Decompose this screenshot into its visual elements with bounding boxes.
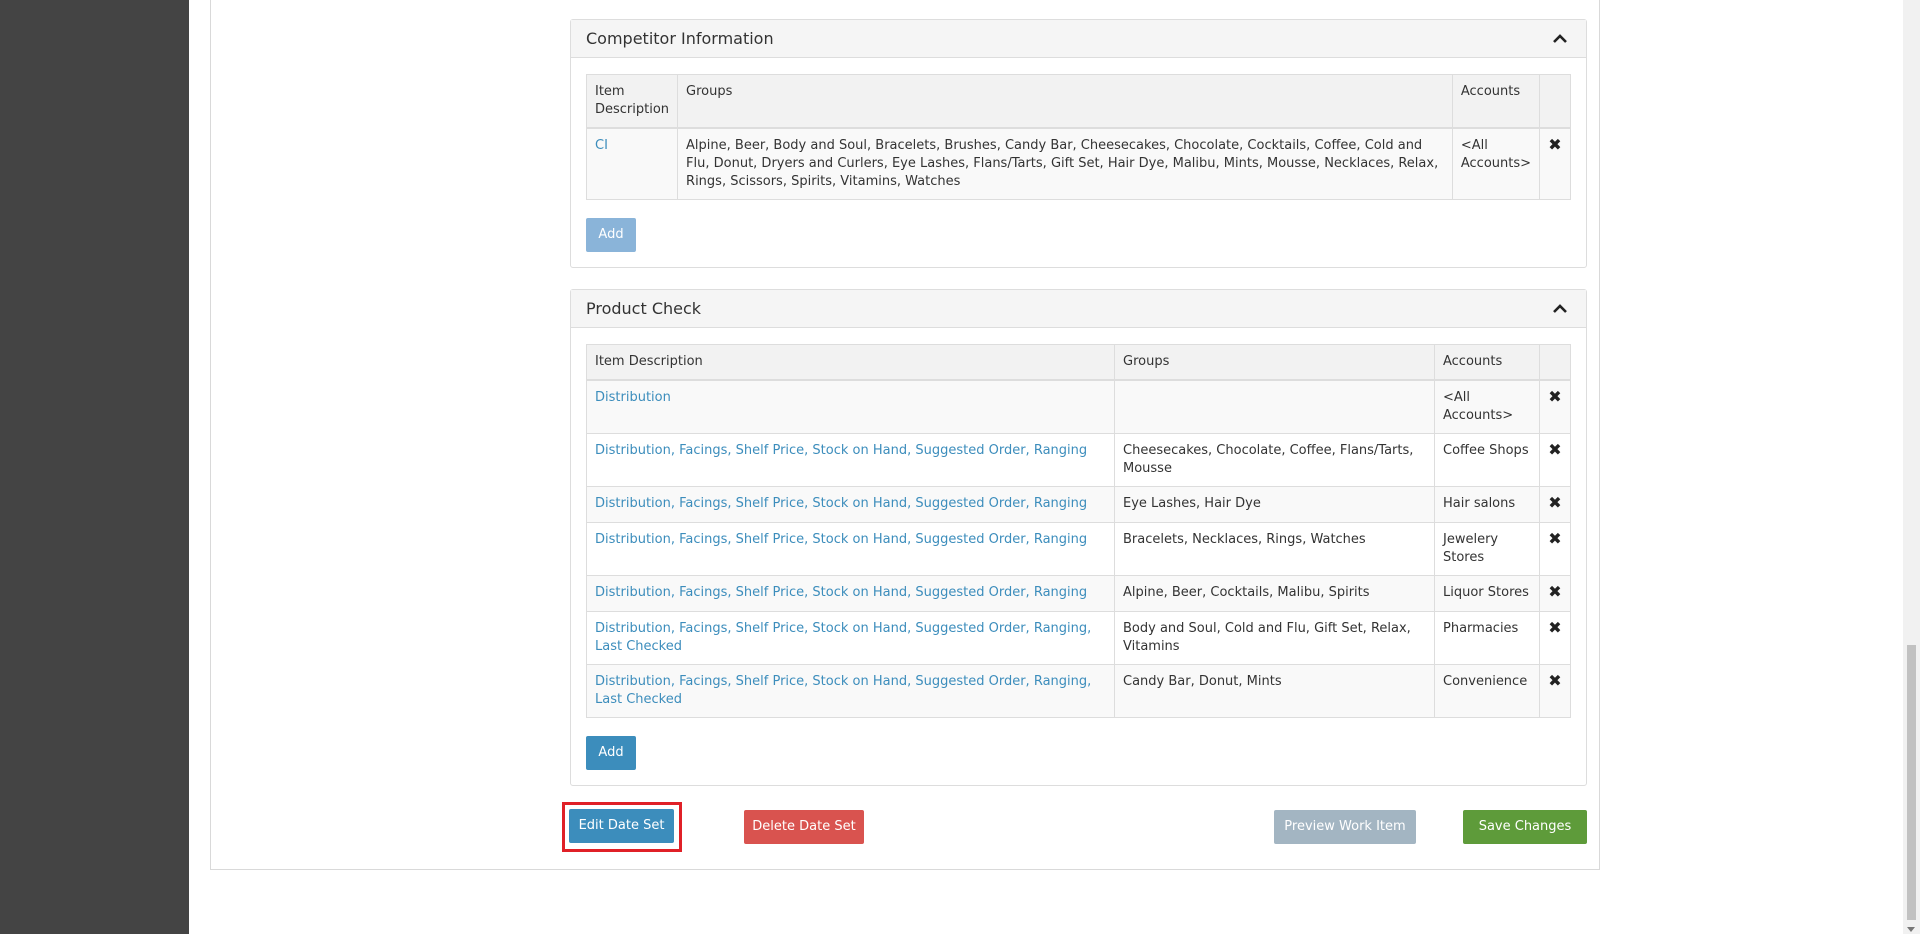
close-icon[interactable]: ✖ xyxy=(1548,582,1561,601)
close-icon[interactable]: ✖ xyxy=(1548,387,1561,406)
groups-cell: Eye Lashes, Hair Dye xyxy=(1114,486,1435,523)
groups-cell: Candy Bar, Donut, Mints xyxy=(1114,664,1435,718)
accounts-cell: <All Accounts> xyxy=(1451,127,1541,200)
preview-work-item-button[interactable]: Preview Work Item xyxy=(1274,810,1416,844)
vertical-scrollbar[interactable] xyxy=(1903,0,1920,934)
groups-cell xyxy=(1114,379,1435,434)
groups-cell: Body and Soul, Cold and Flu, Gift Set, R… xyxy=(1114,611,1435,665)
column-header-actions xyxy=(1539,74,1571,129)
table-header-row: Item Description Groups Accounts xyxy=(585,74,1571,129)
remove-cell: ✖ xyxy=(1539,127,1571,200)
accounts-cell: <All Accounts> xyxy=(1434,379,1540,434)
competitor-information-panel: Competitor Information Item Description … xyxy=(570,19,1587,268)
remove-cell: ✖ xyxy=(1539,486,1571,523)
groups-cell: Bracelets, Necklaces, Rings, Watches xyxy=(1114,522,1435,576)
remove-cell: ✖ xyxy=(1539,575,1571,612)
item-description-cell: CI xyxy=(585,127,679,200)
accounts-cell: Pharmacies xyxy=(1434,611,1540,665)
accounts-cell: Jewelery Stores xyxy=(1434,522,1540,576)
item-description-cell: Distribution, Facings, Shelf Price, Stoc… xyxy=(586,664,1115,718)
item-description-link[interactable]: Distribution xyxy=(595,390,671,405)
column-header-groups: Groups xyxy=(677,74,1453,129)
remove-cell: ✖ xyxy=(1539,522,1571,576)
table-row: Distribution, Facings, Shelf Price, Stoc… xyxy=(586,664,1571,718)
competitor-panel-title: Competitor Information xyxy=(586,29,774,48)
remove-cell: ✖ xyxy=(1539,664,1571,718)
column-header-actions xyxy=(1539,344,1571,381)
product-panel-body: Item Description Groups Accounts Distrib… xyxy=(571,328,1586,785)
remove-cell: ✖ xyxy=(1539,433,1571,487)
table-row: CI Alpine, Beer, Body and Soul, Bracelet… xyxy=(585,127,1571,200)
column-header-accounts: Accounts xyxy=(1451,74,1541,129)
product-panel-heading[interactable]: Product Check xyxy=(571,290,1586,328)
remove-cell: ✖ xyxy=(1539,379,1571,434)
table-row: Distribution, Facings, Shelf Price, Stoc… xyxy=(586,575,1571,612)
table-row: Distribution, Facings, Shelf Price, Stoc… xyxy=(586,433,1571,487)
accounts-cell: Liquor Stores xyxy=(1434,575,1540,612)
competitor-add-button[interactable]: Add xyxy=(586,218,636,252)
item-description-link[interactable]: Distribution, Facings, Shelf Price, Stoc… xyxy=(595,585,1087,600)
close-icon[interactable]: ✖ xyxy=(1548,440,1561,459)
competitor-table: Item Description Groups Accounts CI Alpi… xyxy=(585,74,1571,200)
competitor-panel-heading[interactable]: Competitor Information xyxy=(571,20,1586,58)
competitor-panel-body: Item Description Groups Accounts CI Alpi… xyxy=(571,58,1586,267)
item-description-cell: Distribution, Facings, Shelf Price, Stoc… xyxy=(586,486,1115,523)
edit-date-set-button[interactable]: Edit Date Set xyxy=(569,809,674,843)
close-icon[interactable]: ✖ xyxy=(1548,493,1561,512)
close-icon[interactable]: ✖ xyxy=(1548,618,1561,637)
save-changes-button[interactable]: Save Changes xyxy=(1463,810,1587,844)
groups-cell: Alpine, Beer, Cocktails, Malibu, Spirits xyxy=(1114,575,1435,612)
product-panel-title: Product Check xyxy=(586,299,702,318)
remove-cell: ✖ xyxy=(1539,611,1571,665)
item-description-link[interactable]: CI xyxy=(595,138,608,153)
column-header-groups: Groups xyxy=(1114,344,1435,381)
item-description-cell: Distribution, Facings, Shelf Price, Stoc… xyxy=(586,522,1115,576)
table-row: Distribution, Facings, Shelf Price, Stoc… xyxy=(586,486,1571,523)
column-header-item-description: Item Description xyxy=(585,74,679,129)
groups-cell: Cheesecakes, Chocolate, Coffee, Flans/Ta… xyxy=(1114,433,1435,487)
table-row: Distribution, Facings, Shelf Price, Stoc… xyxy=(586,611,1571,665)
accounts-cell: Convenience xyxy=(1434,664,1540,718)
close-icon[interactable]: ✖ xyxy=(1548,529,1561,548)
table-row: Distribution <All Accounts> ✖ xyxy=(586,379,1571,434)
column-header-accounts: Accounts xyxy=(1434,344,1540,381)
bottom-actions: Edit Date Set Delete Date Set Preview Wo… xyxy=(562,802,1592,852)
product-add-button[interactable]: Add xyxy=(586,736,636,770)
close-icon[interactable]: ✖ xyxy=(1548,135,1561,154)
product-check-panel: Product Check Item Description Groups Ac… xyxy=(570,289,1587,786)
table-row: Distribution, Facings, Shelf Price, Stoc… xyxy=(586,522,1571,576)
item-description-link[interactable]: Distribution, Facings, Shelf Price, Stoc… xyxy=(595,443,1087,458)
scroll-down-arrow-icon[interactable] xyxy=(1907,927,1915,932)
scrollbar-thumb[interactable] xyxy=(1907,645,1916,920)
item-description-link[interactable]: Distribution, Facings, Shelf Price, Stoc… xyxy=(595,621,1091,654)
edit-date-set-highlight: Edit Date Set xyxy=(562,802,682,852)
accounts-cell: Coffee Shops xyxy=(1434,433,1540,487)
item-description-cell: Distribution, Facings, Shelf Price, Stoc… xyxy=(586,433,1115,487)
item-description-cell: Distribution, Facings, Shelf Price, Stoc… xyxy=(586,611,1115,665)
accounts-cell: Hair salons xyxy=(1434,486,1540,523)
column-header-item-description: Item Description xyxy=(586,344,1115,381)
table-header-row: Item Description Groups Accounts xyxy=(586,344,1571,381)
item-description-cell: Distribution, Facings, Shelf Price, Stoc… xyxy=(586,575,1115,612)
groups-cell: Alpine, Beer, Body and Soul, Bracelets, … xyxy=(677,127,1453,200)
item-description-cell: Distribution xyxy=(586,379,1115,434)
product-check-table: Item Description Groups Accounts Distrib… xyxy=(586,344,1571,718)
item-description-link[interactable]: Distribution, Facings, Shelf Price, Stoc… xyxy=(595,532,1087,547)
item-description-link[interactable]: Distribution, Facings, Shelf Price, Stoc… xyxy=(595,674,1091,707)
chevron-up-icon[interactable] xyxy=(1549,298,1571,320)
delete-date-set-button[interactable]: Delete Date Set xyxy=(744,810,864,844)
chevron-up-icon[interactable] xyxy=(1549,28,1571,50)
left-rail xyxy=(0,0,189,934)
item-description-link[interactable]: Distribution, Facings, Shelf Price, Stoc… xyxy=(595,496,1087,511)
close-icon[interactable]: ✖ xyxy=(1548,671,1561,690)
